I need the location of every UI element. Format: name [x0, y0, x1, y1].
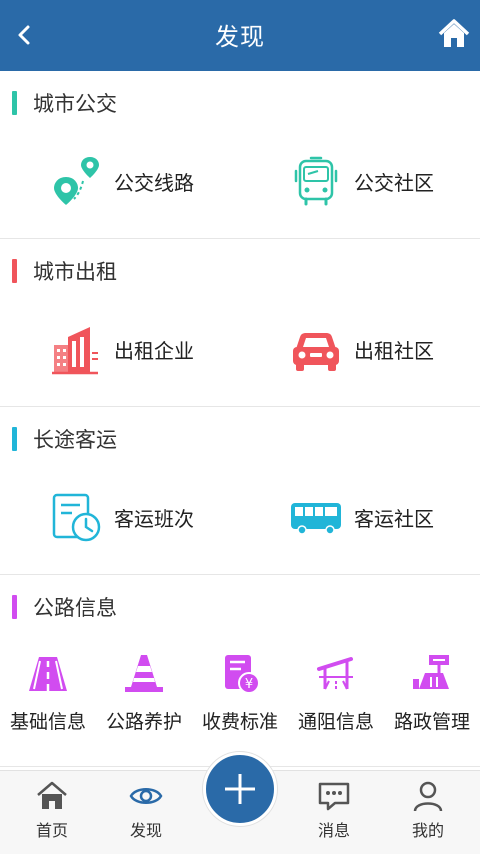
toll-standard-item[interactable]: ¥ 收费标准 [192, 653, 288, 734]
section-accent-bar [12, 259, 17, 283]
page-title: 发现 [215, 23, 265, 51]
message-icon [318, 782, 350, 811]
tab-home-label: 首页 [35, 821, 68, 840]
car-icon [293, 333, 339, 371]
discover-content: 城市公交 公交线路 公交社区 城市出租 出租企业 出租社区 长途客运 客运班次 … [0, 71, 480, 771]
bus-community-item[interactable]: 公交社区 [290, 151, 434, 211]
road-administration-item[interactable]: 路政管理 [384, 653, 480, 734]
section-title: 公路信息 [33, 596, 117, 620]
eye-icon [129, 788, 163, 804]
toll-fee-icon: ¥ [225, 655, 260, 694]
bus-routes-label: 公交线路 [114, 170, 194, 195]
section-accent-bar [12, 91, 17, 115]
taxi-companies-label: 出租企业 [114, 338, 194, 363]
taxi-companies-item[interactable]: 出租企业 [50, 319, 194, 379]
section-header: 长途客运 [12, 425, 117, 453]
section-title: 城市出租 [33, 260, 117, 284]
basic-info-item[interactable]: 基础信息 [0, 653, 96, 734]
home-icon[interactable] [438, 18, 470, 50]
section-city-taxi: 城市出租 出租企业 出租社区 [0, 239, 480, 407]
top-navigation-bar: 发现 [0, 0, 480, 71]
bus-front-icon [294, 156, 338, 206]
svg-text:¥: ¥ [245, 677, 253, 692]
coach-schedule-item[interactable]: 客运班次 [50, 487, 194, 547]
road-maintenance-label: 公路养护 [105, 711, 182, 733]
road-icon [29, 657, 67, 691]
add-button[interactable] [203, 752, 277, 826]
bus-routes-item[interactable]: 公交线路 [50, 151, 194, 211]
map-pin-route-icon [54, 157, 99, 205]
coach-schedule-label: 客运班次 [114, 506, 194, 531]
home-icon [37, 781, 67, 809]
section-accent-bar [12, 427, 17, 451]
tab-messages[interactable]: 消息 [294, 779, 374, 841]
tab-mine[interactable]: 我的 [388, 779, 468, 841]
section-city-bus: 城市公交 公交线路 公交社区 [0, 71, 480, 239]
basic-info-label: 基础信息 [9, 711, 86, 733]
road-blockage-item[interactable]: 通阻信息 [288, 653, 384, 734]
section-highway-info: 公路信息 基础信息 公路养护 ¥ 收费标准 通阻信息 路政管理 [0, 575, 480, 767]
user-icon [413, 781, 443, 812]
coach-community-label: 客运社区 [354, 506, 434, 531]
tab-messages-label: 消息 [317, 821, 350, 840]
taxi-community-item[interactable]: 出租社区 [290, 319, 434, 379]
coach-bus-icon [291, 503, 341, 535]
road-barrier-icon [317, 657, 353, 690]
tab-discover[interactable]: 发现 [106, 779, 186, 841]
section-title: 城市公交 [33, 92, 117, 116]
plus-icon [225, 774, 255, 804]
road-maintenance-item[interactable]: 公路养护 [96, 653, 192, 734]
section-title: 长途客运 [33, 428, 117, 452]
road-administration-label: 路政管理 [393, 711, 470, 733]
section-header: 城市公交 [12, 89, 117, 117]
bus-community-label: 公交社区 [354, 170, 434, 195]
tab-discover-label: 发现 [129, 821, 162, 840]
tab-mine-label: 我的 [411, 821, 444, 840]
road-blockage-label: 通阻信息 [297, 711, 374, 733]
taxi-community-label: 出租社区 [354, 338, 434, 363]
schedule-clock-icon [52, 493, 101, 542]
road-admin-icon [413, 655, 449, 689]
building-icon [52, 327, 98, 375]
traffic-cone-icon [125, 655, 163, 692]
coach-community-item[interactable]: 客运社区 [290, 487, 434, 547]
toll-standard-label: 收费标准 [201, 711, 278, 733]
section-accent-bar [12, 595, 17, 619]
section-header: 城市出租 [12, 257, 117, 285]
section-long-distance: 长途客运 客运班次 客运社区 [0, 407, 480, 575]
section-header: 公路信息 [12, 593, 117, 621]
tab-home[interactable]: 首页 [12, 779, 92, 841]
